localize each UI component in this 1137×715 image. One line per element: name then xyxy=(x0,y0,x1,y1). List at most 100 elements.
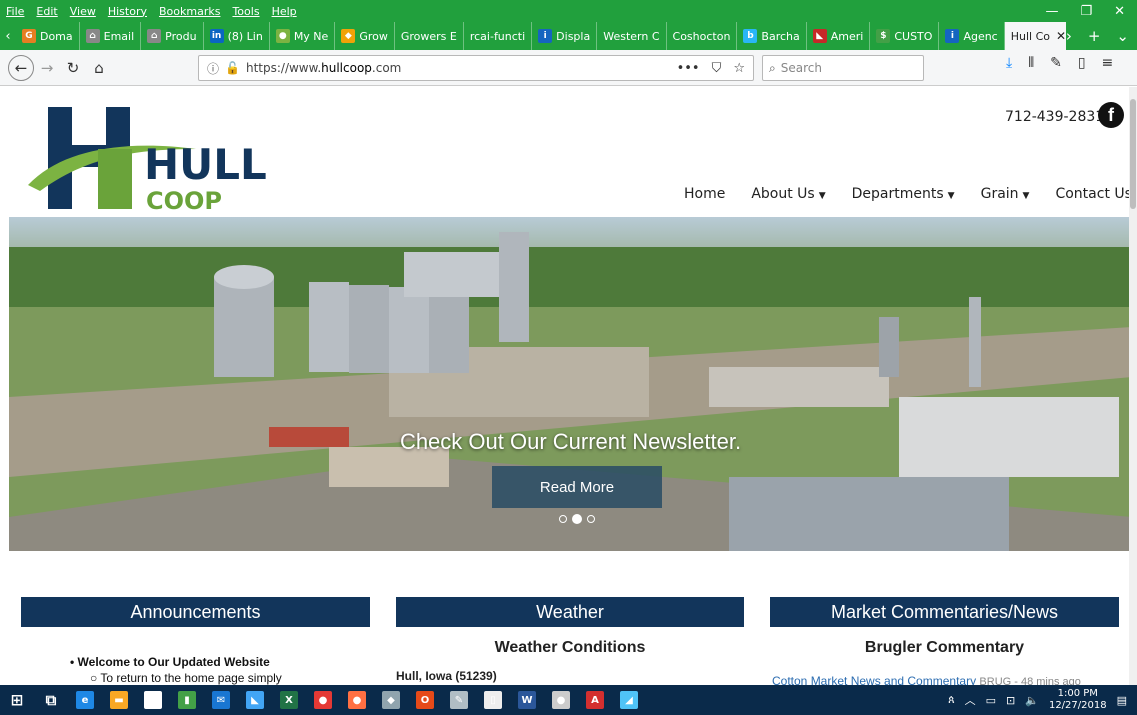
menu-edit[interactable]: Edit xyxy=(30,5,63,18)
menu-file[interactable]: File xyxy=(0,5,30,18)
info-icon[interactable]: ⓘ xyxy=(207,60,219,77)
reload-icon[interactable]: ↻ xyxy=(60,55,86,81)
windows-start-icon[interactable]: ⊞ xyxy=(0,685,34,715)
new-tab-icon[interactable]: + xyxy=(1088,27,1101,45)
download-icon[interactable]: ⤓ xyxy=(1006,55,1012,71)
notepad-icon[interactable]: ▯ xyxy=(476,685,510,715)
tab-14[interactable]: i Agenc xyxy=(939,22,1005,50)
nav-label: Home xyxy=(684,186,726,202)
tab-11[interactable]: b Barcha xyxy=(737,22,807,50)
carousel-dot[interactable] xyxy=(587,515,595,523)
news-link-text[interactable]: Cotton Market News and Commentary xyxy=(772,674,976,685)
file-explorer-icon[interactable]: ▬ xyxy=(102,685,136,715)
tab-4[interactable]: ● My Ne xyxy=(270,22,336,50)
tab-8[interactable]: i Displa xyxy=(532,22,598,50)
app-icon[interactable]: ◢ xyxy=(612,685,646,715)
nav-home[interactable]: Home xyxy=(684,186,725,202)
url-scheme: https://www. xyxy=(245,61,322,75)
tab-1[interactable]: ⌂ Email xyxy=(80,22,142,50)
nav-contact-us[interactable]: Contact Us xyxy=(1055,186,1131,202)
people-icon[interactable]: ጰ xyxy=(948,693,955,707)
menu-help[interactable]: Help xyxy=(266,5,303,18)
url-bar[interactable]: ⓘ 🔓 https://www.hullcoop.com ••• ⛉ ☆ xyxy=(198,55,754,81)
tab-5[interactable]: ◆ Grow xyxy=(335,22,395,50)
announcement-item[interactable]: • Welcome to Our Updated Website xyxy=(70,655,282,669)
nav-departments[interactable]: Departments ▼ xyxy=(852,186,955,202)
news-item[interactable]: Cotton Market News and Commentary BRUG -… xyxy=(772,674,1081,685)
network-icon[interactable]: ⊡ xyxy=(1006,694,1015,707)
files-icon[interactable]: ▮ xyxy=(170,685,204,715)
tab-2[interactable]: ⌂ Produ xyxy=(141,22,204,50)
menu-view[interactable]: View xyxy=(64,5,102,18)
read-more-button[interactable]: Read More xyxy=(492,466,662,508)
tab-13[interactable]: $ CUSTO xyxy=(870,22,940,50)
close-tab-icon[interactable]: ✕ xyxy=(1056,29,1066,43)
action-center-icon[interactable]: ▤ xyxy=(1117,694,1127,707)
phone-number[interactable]: 712-439-2831 xyxy=(1005,109,1104,125)
home-icon[interactable]: ⌂ xyxy=(86,55,112,81)
back-arrow-icon[interactable]: ← xyxy=(8,54,34,81)
tab-10[interactable]: Coshocton xyxy=(667,22,738,50)
tab-3[interactable]: in (8) Lin xyxy=(204,22,270,50)
forward-arrow-icon[interactable]: → xyxy=(34,55,60,81)
chrome-icon[interactable]: ● xyxy=(306,685,340,715)
toolbar-right: ⤓ ⫴ ✎ ▯ ≡ xyxy=(1006,55,1113,71)
sidebar-icon[interactable]: ▯ xyxy=(1078,55,1086,71)
mail-icon[interactable]: ✉ xyxy=(204,685,238,715)
menu-history[interactable]: History xyxy=(102,5,153,18)
volume-icon[interactable]: 🔈 xyxy=(1025,694,1039,707)
hamburger-menu-icon[interactable]: ≡ xyxy=(1102,55,1114,71)
tab-list-chevron-down-icon[interactable]: ⌄ xyxy=(1116,27,1129,45)
clock[interactable]: 1:00 PM 12/27/2018 xyxy=(1049,688,1107,712)
tab-scroll-right-icon[interactable]: › xyxy=(1066,27,1072,45)
word-icon[interactable]: W xyxy=(510,685,544,715)
edge-icon[interactable]: e xyxy=(68,685,102,715)
menu-bookmarks[interactable]: Bookmarks xyxy=(153,5,226,18)
carousel-dot[interactable] xyxy=(559,515,567,523)
tab-favicon-icon: in xyxy=(209,29,224,43)
facebook-icon[interactable]: f xyxy=(1098,102,1124,128)
app-icon[interactable]: ● xyxy=(544,685,578,715)
url-host: hullcoop xyxy=(321,61,372,75)
app-icon[interactable]: ◣ xyxy=(238,685,272,715)
customize-icon[interactable]: ✎ xyxy=(1050,55,1062,71)
chevron-up-icon[interactable]: ︿ xyxy=(965,692,976,708)
nav-grain[interactable]: Grain ▼ xyxy=(981,186,1030,202)
taskbar-app-glyph: ✉ xyxy=(212,691,230,709)
hull-coop-logo[interactable]: HULL COOP xyxy=(26,105,286,215)
hero-carousel[interactable]: Check Out Our Current Newsletter. Read M… xyxy=(9,217,1132,551)
search-input[interactable]: ⌕ Search xyxy=(762,55,924,81)
firefox-icon[interactable]: ● xyxy=(340,685,374,715)
page-actions-icon[interactable]: ••• xyxy=(677,61,700,76)
tab-0[interactable]: G Doma xyxy=(16,22,80,50)
tab-12[interactable]: ◣ Ameri xyxy=(807,22,871,50)
scrollbar-thumb[interactable] xyxy=(1130,99,1136,209)
menu-tools[interactable]: Tools xyxy=(226,5,265,18)
nav-about-us[interactable]: About Us ▼ xyxy=(751,186,825,202)
url-tools: ••• ⛉ ☆ xyxy=(677,61,753,76)
minimize-icon[interactable]: — xyxy=(1045,4,1058,19)
close-window-icon[interactable]: ✕ xyxy=(1114,4,1125,19)
store-icon[interactable]: ⌂ xyxy=(136,685,170,715)
tab-scroll-left-icon[interactable]: ‹ xyxy=(0,29,16,44)
restore-icon[interactable]: ❐ xyxy=(1080,4,1092,19)
tab-7[interactable]: rcai-functi xyxy=(464,22,533,50)
excel-icon[interactable]: X xyxy=(272,685,306,715)
battery-icon[interactable]: ▭ xyxy=(986,694,996,707)
bookmark-star-icon[interactable]: ☆ xyxy=(733,61,745,76)
tab-6[interactable]: Growers E xyxy=(395,22,464,50)
page-scrollbar[interactable] xyxy=(1129,87,1137,685)
tab-9[interactable]: Western C xyxy=(597,22,667,50)
task-view-icon[interactable]: ⧉ xyxy=(34,685,68,715)
weather-subtitle: Weather Conditions xyxy=(494,639,646,656)
url-text: https://www.hullcoop.com xyxy=(246,61,401,75)
tab-active[interactable]: Hull Co ✕ xyxy=(1004,22,1066,50)
pocket-icon[interactable]: ⛉ xyxy=(712,61,722,76)
office-icon[interactable]: O xyxy=(408,685,442,715)
carousel-dot-active[interactable] xyxy=(572,514,582,524)
acrobat-icon[interactable]: A xyxy=(578,685,612,715)
app-icon[interactable]: ✎ xyxy=(442,685,476,715)
library-icon[interactable]: ⫴ xyxy=(1028,55,1034,71)
app-icon[interactable]: ◆ xyxy=(374,685,408,715)
insecure-lock-icon[interactable]: 🔓 xyxy=(225,61,240,75)
